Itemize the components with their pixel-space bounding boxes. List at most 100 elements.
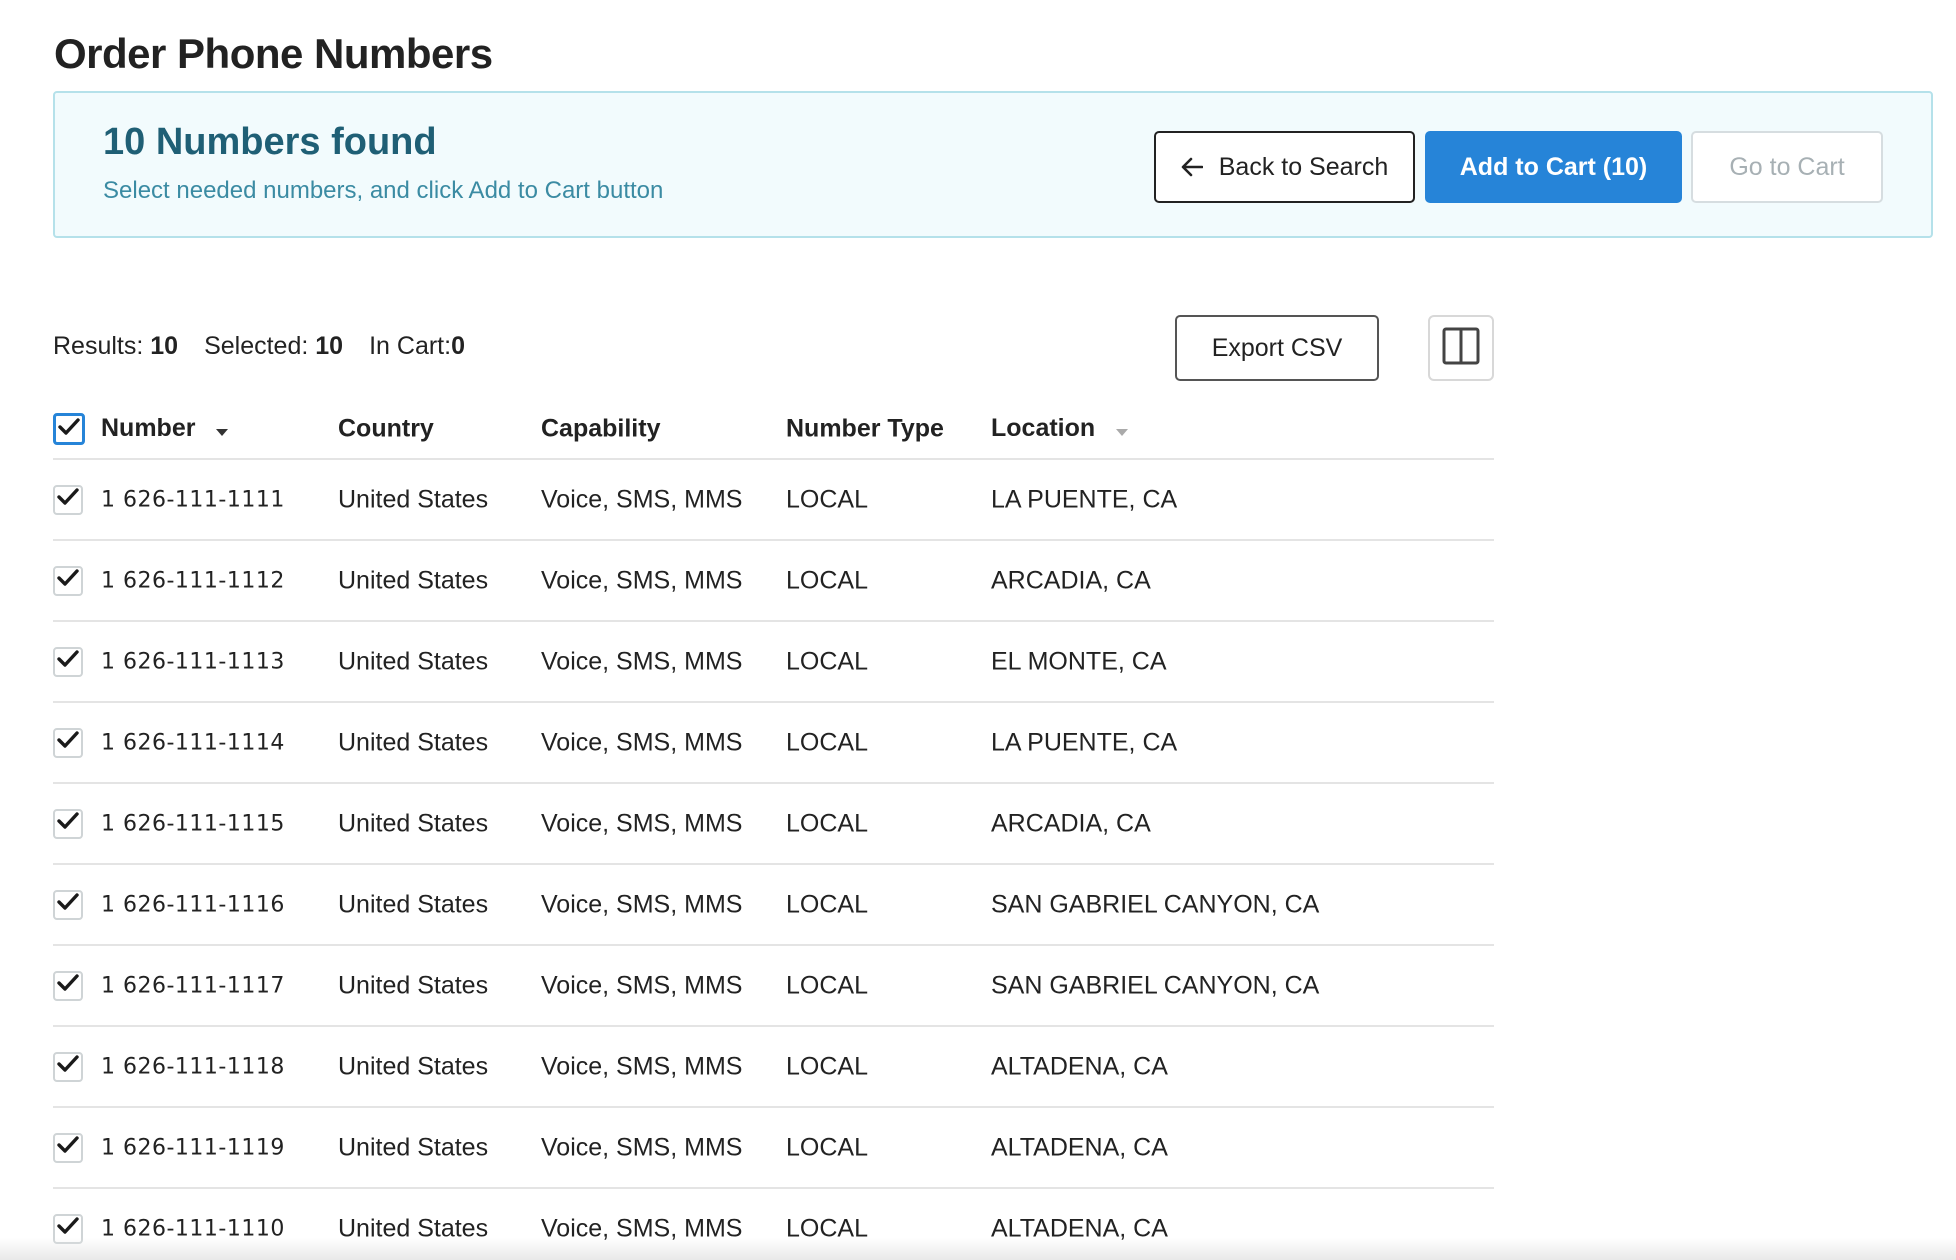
cell-country: United States [338, 1052, 489, 1080]
cell-capability: Voice, SMS, MMS [541, 809, 743, 837]
column-header-type: Number Type [786, 414, 944, 443]
cell-number-type: LOCAL [786, 485, 868, 513]
results-stats: Results: 10 Selected: 10 In Cart:0 [53, 332, 465, 361]
cell-location: SAN GABRIEL CANYON, CA [991, 890, 1320, 918]
row-checkbox[interactable] [53, 889, 83, 920]
cell-location: LA PUENTE, CA [991, 728, 1178, 756]
back-to-search-button[interactable]: Back to Search [1154, 131, 1415, 203]
results-banner: 10 Numbers found Select needed numbers, … [53, 91, 1933, 238]
check-icon [57, 1136, 79, 1159]
table-body: 1 626-111-1111 United States Voice, SMS, M… [53, 460, 1494, 1260]
cell-capability: Voice, SMS, MMS [541, 1133, 743, 1161]
table-row[interactable]: 1 626-111-1111 United States Voice, SMS, M… [53, 460, 1494, 541]
check-icon [57, 1055, 79, 1078]
cell-location: SAN GABRIEL CANYON, CA [991, 971, 1320, 999]
add-to-cart-button[interactable]: Add to Cart (10) [1425, 131, 1682, 203]
table-row[interactable]: 1 626-111-1119 United States Voice, SMS, M… [53, 1108, 1494, 1189]
numbers-table: Number Country Capability Number Type Lo… [53, 400, 1494, 1260]
cell-location: ALTADENA, CA [991, 1133, 1168, 1161]
check-icon [57, 569, 79, 592]
row-checkbox[interactable] [53, 1132, 83, 1163]
check-icon [57, 812, 79, 835]
cell-number-type: LOCAL [786, 809, 868, 837]
table-row[interactable]: 1 626-111-1116 United States Voice, SMS, M… [53, 865, 1494, 946]
cell-country: United States [338, 1133, 489, 1161]
cell-capability: Voice, SMS, MMS [541, 647, 743, 675]
row-checkbox[interactable] [53, 970, 83, 1001]
cell-country: United States [338, 566, 489, 594]
table-row[interactable]: 1 626-111-1118 United States Voice, SMS, M… [53, 1027, 1494, 1108]
cell-country: United States [338, 809, 489, 837]
cell-country: United States [338, 971, 489, 999]
arrow-left-icon [1181, 157, 1203, 177]
column-header-country: Country [338, 414, 434, 443]
cell-number-type: LOCAL [786, 647, 868, 675]
table-row[interactable]: 1 626-111-1117 United States Voice, SMS, M… [53, 946, 1494, 1027]
cell-number-type: LOCAL [786, 566, 868, 594]
cell-number-type: LOCAL [786, 1133, 868, 1161]
column-header-location[interactable]: Location [991, 414, 1129, 444]
in-cart-count: In Cart:0 [369, 332, 465, 360]
check-icon [58, 417, 80, 441]
cell-capability: Voice, SMS, MMS [541, 890, 743, 918]
table-row[interactable]: 1 626-111-1112 United States Voice, SMS, M… [53, 541, 1494, 622]
cell-capability: Voice, SMS, MMS [541, 485, 743, 513]
cell-number: 1 626-111-1117 [101, 973, 285, 998]
caret-down-icon [216, 415, 229, 444]
cell-capability: Voice, SMS, MMS [541, 1052, 743, 1080]
select-all-checkbox[interactable] [53, 413, 85, 445]
cell-number: 1 626-111-1112 [101, 568, 285, 593]
back-to-search-label: Back to Search [1218, 152, 1389, 181]
cell-country: United States [338, 647, 489, 675]
row-checkbox[interactable] [53, 808, 83, 839]
bottom-edge-shadow [0, 1238, 1956, 1260]
table-row[interactable]: 1 626-111-1113 United States Voice, SMS, M… [53, 622, 1494, 703]
columns-icon [1442, 327, 1480, 370]
cell-number-type: LOCAL [786, 728, 868, 756]
selected-count: Selected: 10 [204, 332, 344, 360]
row-checkbox[interactable] [53, 1051, 83, 1082]
column-header-capability: Capability [541, 414, 661, 443]
check-icon [57, 1217, 79, 1240]
row-checkbox[interactable] [53, 565, 83, 596]
cell-location: ALTADENA, CA [991, 1052, 1168, 1080]
cell-capability: Voice, SMS, MMS [541, 566, 743, 594]
cell-capability: Voice, SMS, MMS [541, 971, 743, 999]
cell-country: United States [338, 728, 489, 756]
check-icon [57, 488, 79, 511]
columns-toggle-button[interactable] [1428, 315, 1494, 381]
cell-number-type: LOCAL [786, 1052, 868, 1080]
check-icon [57, 974, 79, 997]
cell-country: United States [338, 485, 489, 513]
cell-number: 1 626-111-1115 [101, 811, 285, 836]
caret-down-icon [1116, 415, 1129, 444]
cell-number-type: LOCAL [786, 890, 868, 918]
cell-location: EL MONTE, CA [991, 647, 1167, 675]
check-icon [57, 893, 79, 916]
go-to-cart-button[interactable]: Go to Cart [1691, 131, 1883, 203]
check-icon [57, 731, 79, 754]
cell-location: ARCADIA, CA [991, 566, 1151, 594]
export-csv-button[interactable]: Export CSV [1175, 315, 1379, 381]
cell-number: 1 626-111-1113 [101, 649, 285, 674]
row-checkbox[interactable] [53, 484, 83, 515]
cell-number-type: LOCAL [786, 971, 868, 999]
cell-number: 1 626-111-1119 [101, 1135, 285, 1160]
results-count: Results: 10 [53, 332, 179, 360]
cell-capability: Voice, SMS, MMS [541, 728, 743, 756]
cell-country: United States [338, 890, 489, 918]
cell-number: 1 626-111-1118 [101, 1054, 285, 1079]
column-header-number[interactable]: Number [101, 414, 229, 444]
cell-number: 1 626-111-1111 [101, 487, 285, 512]
table-row[interactable]: 1 626-111-1114 United States Voice, SMS, M… [53, 703, 1494, 784]
banner-subtitle: Select needed numbers, and click Add to … [103, 177, 664, 204]
row-checkbox[interactable] [53, 727, 83, 758]
page-title: Order Phone Numbers [54, 30, 493, 77]
cell-number: 1 626-111-1116 [101, 892, 285, 917]
table-row[interactable]: 1 626-111-1115 United States Voice, SMS, M… [53, 784, 1494, 865]
cell-location: LA PUENTE, CA [991, 485, 1178, 513]
row-checkbox[interactable] [53, 646, 83, 677]
banner-title: 10 Numbers found [103, 121, 437, 163]
table-header: Number Country Capability Number Type Lo… [53, 400, 1494, 460]
cell-number: 1 626-111-1114 [101, 730, 285, 755]
